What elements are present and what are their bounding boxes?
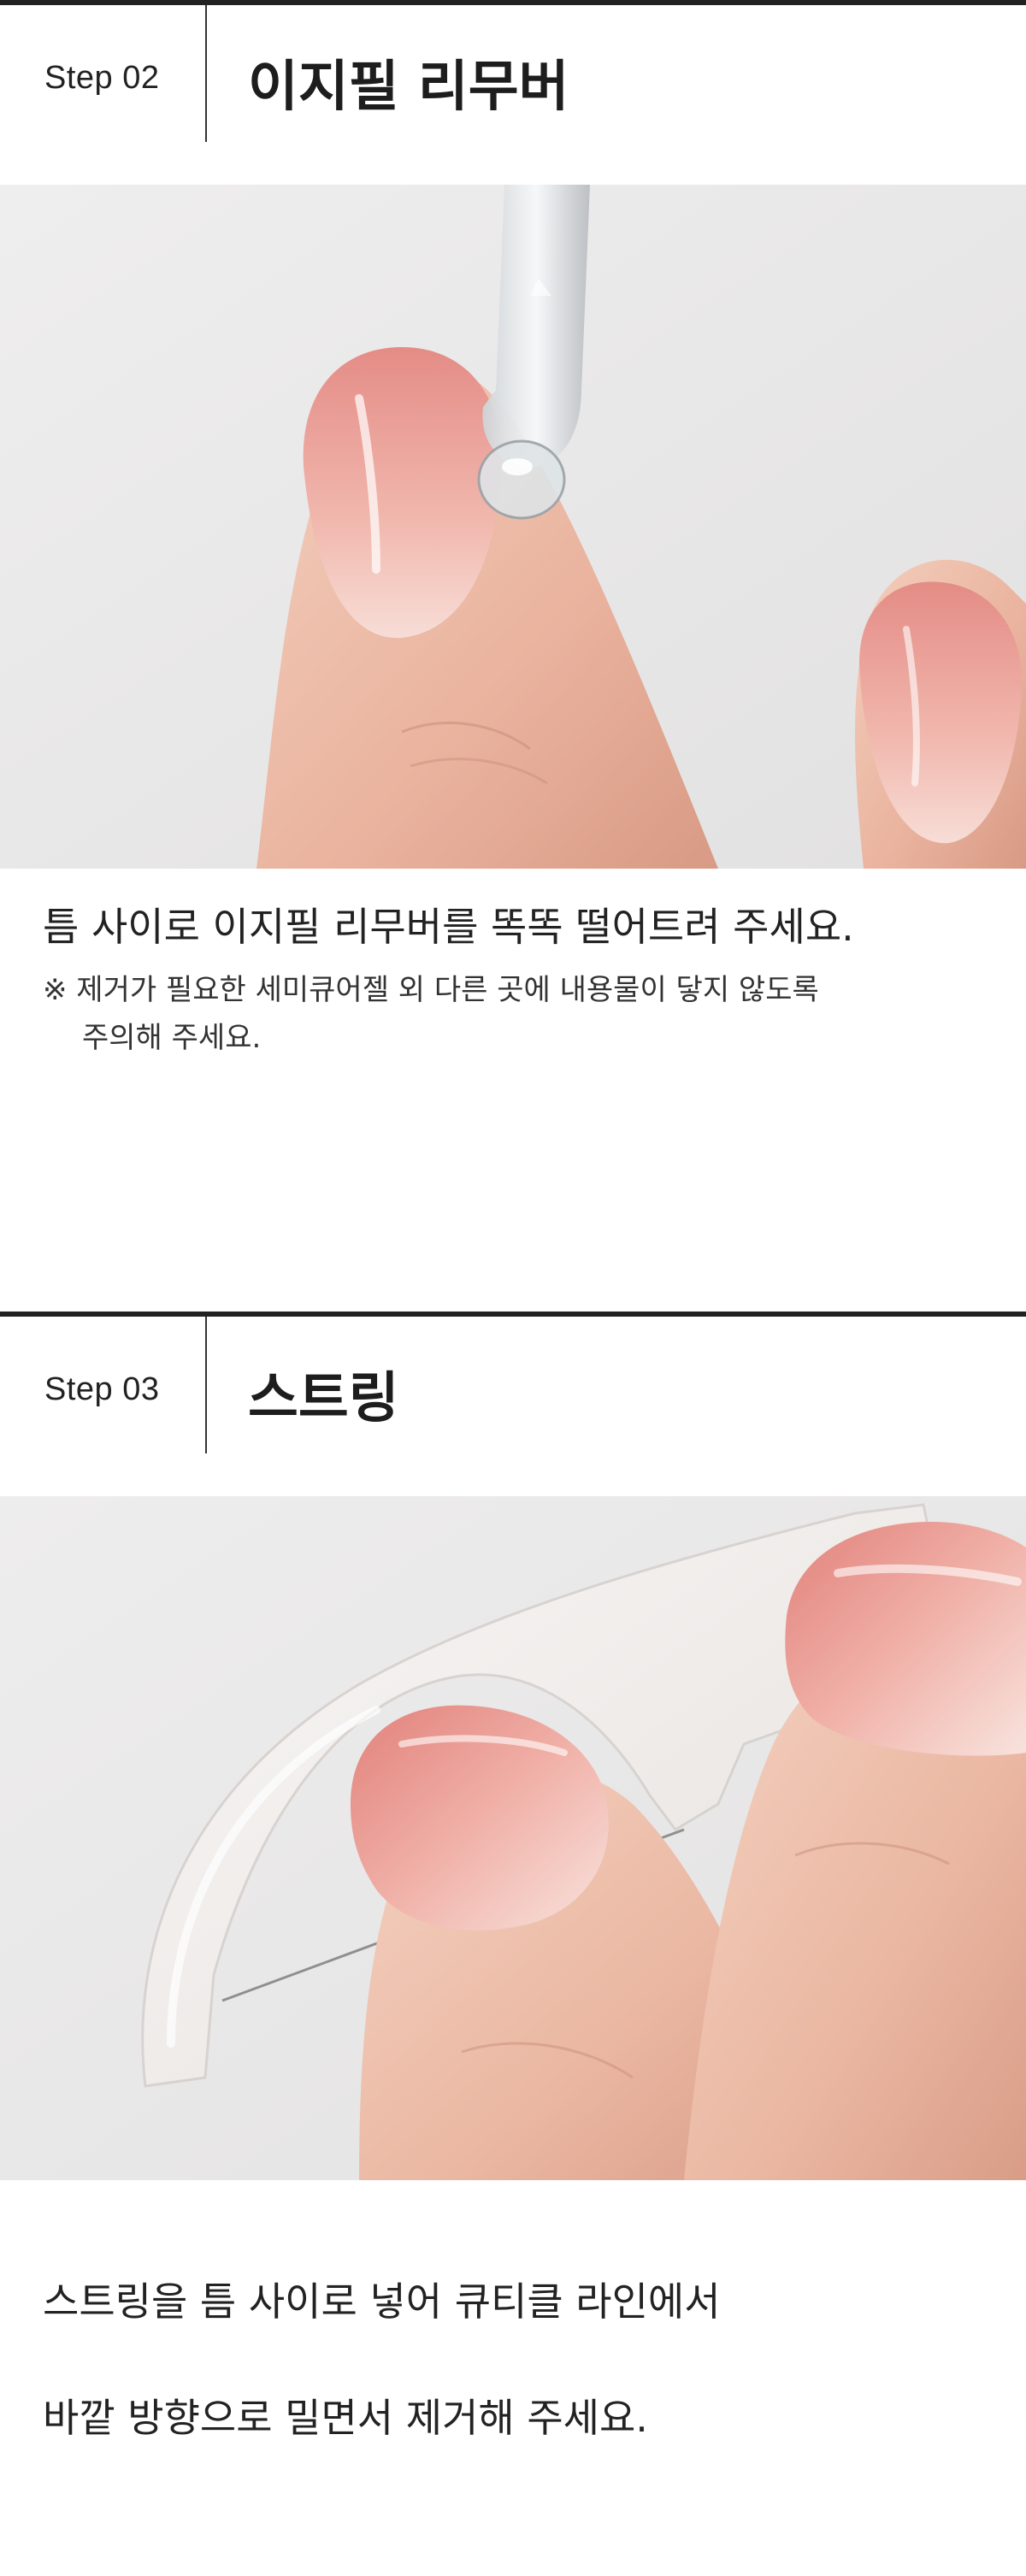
- step-divider: [205, 1317, 207, 1453]
- step-03-caption: 스트링을 틈 사이로 넣어 큐티클 라인에서 바깥 방향으로 밀면서 제거해 주…: [43, 2214, 721, 2505]
- step-03-title: 스트링: [248, 1367, 399, 1430]
- step-03-caption-line1: 스트링을 틈 사이로 넣어 큐티클 라인에서: [43, 2278, 721, 2325]
- step-02-header: Step 02 이지필 리무버: [0, 0, 1026, 185]
- step-02-photo-remover-drop: [0, 185, 1026, 869]
- step-02-note: ※ 제거가 필요한 세미큐어젤 외 다른 곳에 내용물이 닿지 않도록 주의해 …: [43, 966, 819, 1062]
- step-02-caption: 틈 사이로 이지필 리무버를 똑똑 떨어트려 주세요.: [43, 904, 854, 950]
- step-02-label: Step 02: [44, 60, 160, 96]
- step-03-photo-string: [0, 1496, 1026, 2180]
- step-02-note-line2: 주의해 주세요.: [82, 1021, 262, 1055]
- step-02-title: 이지필 리무버: [248, 56, 569, 119]
- step-divider: [205, 5, 207, 142]
- string-tool-illustration: [0, 1496, 1026, 2180]
- remover-drop-illustration: [0, 185, 1026, 869]
- step-03-label: Step 03: [44, 1371, 160, 1407]
- step-03-header: Step 03 스트링: [0, 1312, 1026, 1496]
- step-02-note-line1: ※ 제거가 필요한 세미큐어젤 외 다른 곳에 내용물이 닿지 않도록: [43, 973, 819, 1007]
- step-03-caption-line2: 바깥 방향으로 밀면서 제거해 주세요.: [43, 2395, 648, 2441]
